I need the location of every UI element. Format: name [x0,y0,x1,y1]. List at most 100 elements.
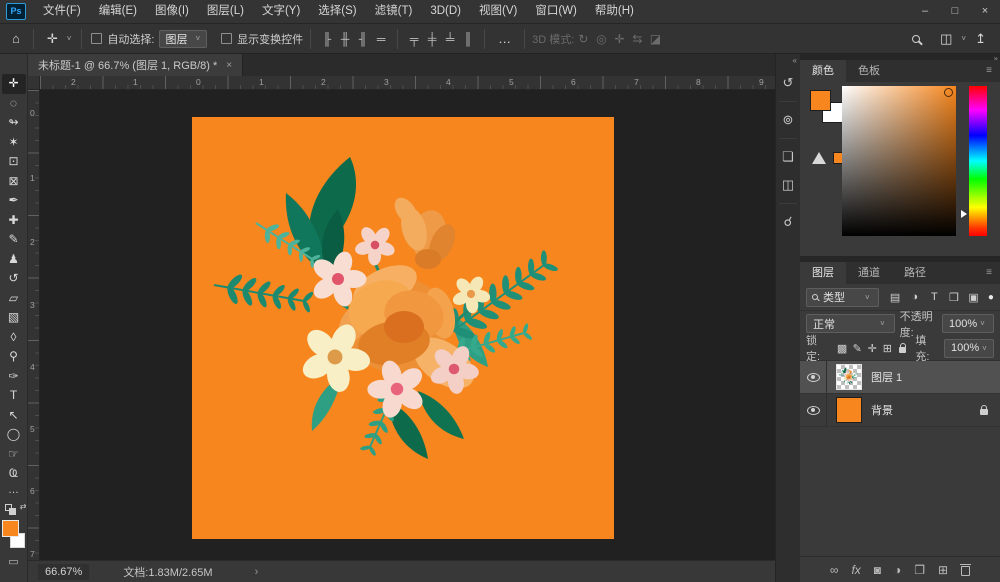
tab-paths[interactable]: 路径 [892,262,938,284]
menu-view[interactable]: 视图(V) [470,0,526,23]
new-adjustment-layer-icon[interactable]: ◑ [894,563,901,577]
layer-filter-dropdown[interactable]: 类型 ˅ [806,288,879,307]
layer-row-background[interactable]: 背景 [800,394,1000,427]
learn-icon[interactable]: ☌ [776,208,800,236]
tool-preset-chevron-icon[interactable]: ˅ [64,34,75,43]
brush-tool[interactable]: ✎ [2,230,26,250]
tab-layers[interactable]: 图层 [800,262,846,284]
frame-tool[interactable]: ⊠ [2,172,26,192]
auto-select-dropdown[interactable]: 图层 ˅ [159,30,208,48]
screen-mode-icon[interactable]: ▭ [8,555,18,568]
panel-menu-icon[interactable]: ≡ [978,60,1000,82]
menu-layer[interactable]: 图层(L) [198,0,253,23]
add-mask-icon[interactable]: ◙ [874,563,881,577]
tab-swatches[interactable]: 色板 [846,60,892,82]
eraser-tool[interactable]: ▱ [2,289,26,309]
new-layer-icon[interactable]: ⊞ [938,563,948,577]
tab-close-icon[interactable]: × [226,60,232,71]
edit-toolbar-icon[interactable]: … [8,484,19,499]
more-options-icon[interactable]: … [492,31,517,46]
layer-row-1[interactable]: 图层 1 [800,361,1000,394]
menu-3d[interactable]: 3D(D) [421,0,470,23]
opacity-dropdown[interactable]: 100% ˅ [942,314,994,333]
visibility-cell[interactable] [800,394,827,426]
align-right-icon[interactable]: ╢ [354,32,372,46]
menu-help[interactable]: 帮助(H) [586,0,643,23]
lock-transparency-icon[interactable]: ▩ [835,342,850,355]
foreground-color-swatch[interactable] [2,520,19,537]
lock-artboard-icon[interactable]: ⊞ [880,342,895,355]
move-tool[interactable]: ✛ [2,74,26,94]
blur-tool[interactable]: ◊ [2,328,26,348]
active-tool-icon[interactable]: ✛ [41,31,64,47]
align-bottom-icon[interactable]: ╧ [441,32,459,46]
filter-pixel-layers-icon[interactable]: ▤ [887,291,904,304]
menu-filter[interactable]: 滤镜(T) [366,0,422,23]
workspace-chevron-icon[interactable]: ˅ [958,34,969,43]
dodge-tool[interactable]: ⚲ [2,347,26,367]
healing-brush-tool[interactable]: ✚ [2,211,26,231]
collapse-dock-icon[interactable]: « [776,54,800,69]
blend-mode-dropdown[interactable]: 正常 ˅ [806,314,895,333]
tab-channels[interactable]: 通道 [846,262,892,284]
document-tab[interactable]: 未标题-1 @ 66.7% (图层 1, RGB/8) * × [28,54,243,76]
filter-type-layers-icon[interactable]: T [926,291,943,303]
minimize-button[interactable]: – [910,0,940,23]
auto-select-checkbox[interactable] [91,33,102,44]
lock-pixels-icon[interactable]: ✎ [850,342,865,355]
gradient-tool[interactable]: ▧ [2,308,26,328]
workspace-icon[interactable]: ◫ [934,31,958,47]
warning-triangle-icon[interactable] [812,152,826,164]
layer-thumbnail[interactable] [836,397,862,423]
filter-toggle-icon[interactable]: ● [988,292,994,303]
hand-tool[interactable]: ☞ [2,445,26,465]
layer-thumbnail[interactable] [836,364,862,390]
panel-menu-icon[interactable]: ≡ [978,262,1000,284]
delete-layer-icon[interactable] [961,566,970,576]
lock-position-icon[interactable]: ✛ [865,342,880,355]
visibility-cell[interactable] [800,361,827,393]
show-transform-checkbox[interactable] [221,33,232,44]
eyedropper-tool[interactable]: ✒ [2,191,26,211]
color-picker-indicator-icon[interactable] [944,88,953,97]
foreground-color-swatch[interactable] [810,90,831,111]
zoom-level-field[interactable]: 66.67% [38,564,89,580]
align-left-icon[interactable]: ╟ [318,32,336,46]
libraries-icon[interactable]: ❏ [776,143,800,171]
link-layers-icon[interactable]: ∞ [830,563,839,577]
adjustments-icon[interactable]: ⊚ [776,106,800,134]
align-justify-icon[interactable]: ═ [372,32,390,46]
shape-tool[interactable]: ◯ [2,425,26,445]
maximize-button[interactable]: □ [940,0,970,23]
menu-window[interactable]: 窗口(W) [526,0,586,23]
canvas[interactable] [192,117,614,539]
filter-shape-layers-icon[interactable]: ❒ [946,291,963,304]
align-top-icon[interactable]: ╤ [405,32,423,46]
history-brush-tool[interactable]: ↺ [2,269,26,289]
distribute-icon[interactable]: ║ [459,32,477,46]
home-icon[interactable]: ⌂ [6,31,26,46]
filter-smart-objects-icon[interactable]: ▣ [965,291,982,304]
layer-effects-icon[interactable]: fx [851,563,860,577]
status-chevron-icon[interactable]: › [255,566,259,578]
menu-file[interactable]: 文件(F) [34,0,90,23]
hue-slider[interactable] [969,86,987,236]
lasso-tool[interactable]: ↬ [2,113,26,133]
new-group-icon[interactable]: ❐ [914,563,925,577]
align-center-h-icon[interactable]: ╫ [336,32,354,46]
filter-adjustment-layers-icon[interactable]: ◑ [906,291,923,303]
tab-color[interactable]: 颜色 [800,60,846,82]
crop-tool[interactable]: ⊡ [2,152,26,172]
type-tool[interactable]: T [2,386,26,406]
magic-wand-tool[interactable]: ✶ [2,133,26,153]
path-selection-tool[interactable]: ↖ [2,406,26,426]
default-colors-icon[interactable]: ⇄ [5,502,23,516]
menu-type[interactable]: 文字(Y) [253,0,309,23]
swap-colors-icon[interactable]: ⇄ [20,502,27,511]
menu-select[interactable]: 选择(S) [309,0,365,23]
fill-dropdown[interactable]: 100% ˅ [944,339,994,358]
align-center-v-icon[interactable]: ╪ [423,32,441,46]
pen-tool[interactable]: ✑ [2,367,26,387]
menu-image[interactable]: 图像(I) [146,0,198,23]
zoom-tool[interactable]: Ҩ [2,464,26,484]
